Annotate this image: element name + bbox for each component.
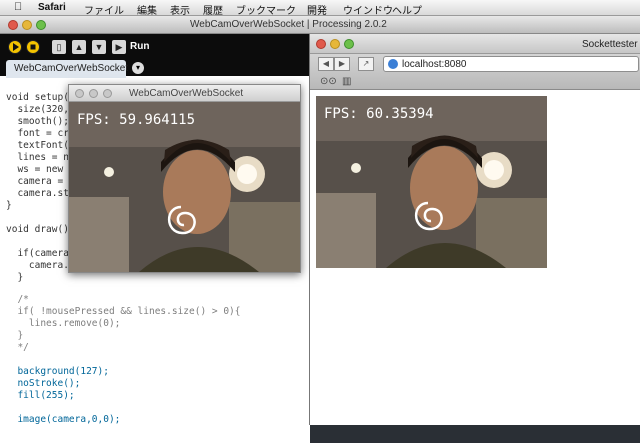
safari-window-title: Sockettester: [582, 39, 638, 50]
zoom-icon[interactable]: [36, 20, 46, 30]
apple-menu-icon[interactable]: : [14, 1, 22, 13]
code-line: */: [6, 342, 29, 353]
arrow-down-icon: ▼: [94, 42, 104, 52]
open-sketch-button[interactable]: ▲: [72, 40, 86, 54]
stop-icon: [30, 44, 36, 50]
safari-titlebar[interactable]: Sockettester: [310, 34, 640, 54]
code-line: }: [6, 200, 12, 211]
stream-video: FPS: 60.35394: [316, 96, 547, 268]
webcam-titlebar[interactable]: WebCamOverWebSocket: [69, 85, 300, 102]
menu-item-bookmarks[interactable]: ブックマーク: [236, 2, 296, 17]
webcam-window[interactable]: WebCamOverWebSocket FPS: 59.964115: [68, 84, 301, 273]
code-line: lines.remove(0);: [6, 318, 121, 329]
close-icon[interactable]: [316, 39, 326, 49]
webcam-video: FPS: 59.964115: [69, 102, 300, 272]
close-icon[interactable]: [75, 89, 84, 98]
play-icon: [13, 43, 19, 51]
menu-item-view[interactable]: 表示: [170, 2, 190, 17]
share-button[interactable]: ↗: [358, 57, 374, 71]
zoom-icon[interactable]: [103, 89, 112, 98]
minimize-icon[interactable]: [330, 39, 340, 49]
arrow-right-icon: ▶: [115, 42, 123, 52]
code-line: smooth();: [6, 116, 69, 127]
tab-menu-chevron-icon[interactable]: ▾: [132, 62, 144, 74]
new-sketch-button[interactable]: ▯: [52, 40, 66, 54]
menu-bar:  Safari ファイル 編集 表示 履歴 ブックマーク 開発 ウインドウ ヘ…: [0, 0, 640, 17]
minimize-icon[interactable]: [22, 20, 32, 30]
document-icon: ▯: [56, 42, 62, 52]
menu-item-develop[interactable]: 開発: [307, 2, 327, 17]
tab-webcamoverwebsocket[interactable]: WebCamOverWebSocket: [6, 60, 128, 78]
code-line: noStroke();: [6, 378, 81, 389]
menu-item-edit[interactable]: 編集: [137, 2, 157, 17]
address-bar[interactable]: localhost:8080: [383, 56, 639, 72]
zoom-icon[interactable]: [344, 39, 354, 49]
menu-item-help[interactable]: ヘルプ: [392, 2, 422, 17]
safari-window: Sockettester ◀ ▶ ↗ localhost:8080 ⊙⊙ ▥ F…: [309, 34, 640, 425]
save-sketch-button[interactable]: ▼: [92, 40, 106, 54]
minimize-icon[interactable]: [89, 89, 98, 98]
bookmarks-icon[interactable]: ▥: [342, 76, 351, 87]
processing-window-title: WebCamOverWebSocket | Processing 2.0.2: [190, 19, 387, 30]
code-line: }: [6, 272, 24, 283]
back-button[interactable]: ◀: [318, 57, 334, 71]
fps-readout: FPS: 59.964115: [77, 112, 196, 128]
webcam-window-title: WebCamOverWebSocket: [129, 88, 244, 99]
run-button[interactable]: [8, 40, 22, 54]
address-text: localhost:8080: [402, 59, 467, 70]
menu-item-window[interactable]: ウインドウ: [343, 2, 393, 17]
arrow-up-icon: ▲: [74, 42, 84, 52]
run-label: Run: [130, 41, 150, 52]
code-line: /*: [6, 294, 29, 305]
close-icon[interactable]: [8, 20, 18, 30]
reading-list-icon[interactable]: ⊙⊙: [320, 76, 337, 87]
processing-titlebar[interactable]: WebCamOverWebSocket | Processing 2.0.2: [0, 16, 640, 34]
safari-toolbar: ◀ ▶ ↗ localhost:8080 ⊙⊙ ▥: [310, 54, 640, 90]
forward-button[interactable]: ▶: [334, 57, 350, 71]
export-sketch-button[interactable]: ▶: [112, 40, 126, 54]
code-line: }: [6, 330, 24, 341]
code-line: background(127);: [6, 366, 109, 377]
code-line: image(camera,0,0);: [6, 414, 121, 425]
code-line: if( !mousePressed && lines.size() > 0){: [6, 306, 241, 317]
globe-icon: [388, 59, 398, 69]
menu-item-file[interactable]: ファイル: [84, 2, 124, 17]
stop-button[interactable]: [26, 40, 40, 54]
menu-item-history[interactable]: 履歴: [203, 2, 223, 17]
menu-app-safari[interactable]: Safari: [38, 2, 66, 13]
code-line: fill(255);: [6, 390, 75, 401]
fps-readout: FPS: 60.35394: [324, 106, 434, 122]
